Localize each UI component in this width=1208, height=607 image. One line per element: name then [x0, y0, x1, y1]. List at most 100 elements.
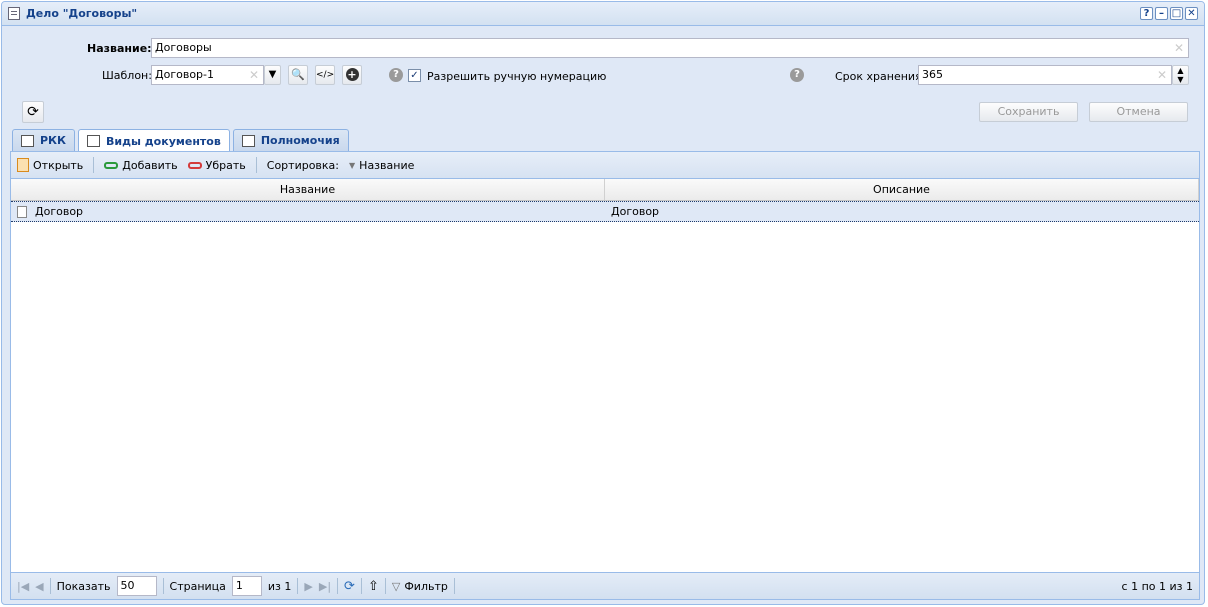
separator — [49, 578, 51, 594]
prev-page-icon[interactable]: ◀ — [35, 580, 43, 593]
save-button[interactable]: Сохранить — [979, 102, 1078, 122]
help-icon[interactable]: ? — [790, 68, 804, 82]
tab-label: Виды документов — [106, 134, 221, 148]
tab-permissions[interactable]: Полномочия — [232, 129, 349, 151]
filter-button[interactable]: ▽ Фильтр — [392, 580, 448, 593]
show-label: Показать — [56, 579, 111, 593]
retention-value: 365 — [922, 68, 943, 81]
separator — [162, 578, 164, 594]
document-gear-icon — [87, 135, 101, 147]
filter-label: Фильтр — [404, 579, 448, 593]
template-label: Шаблон: — [102, 69, 152, 82]
maximize-icon[interactable]: □ — [1170, 7, 1183, 20]
separator — [255, 157, 257, 173]
paging-toolbar: |◀ ◀ Показать 50 Страница 1 из 1 ▶ ▶| ⟳ … — [11, 572, 1199, 599]
sort-field-label: Название — [359, 158, 415, 172]
separator — [360, 578, 362, 594]
separator — [453, 578, 455, 594]
tab-rkk[interactable]: РКК — [12, 129, 76, 151]
spin-down-icon[interactable]: ▼ — [1173, 75, 1188, 84]
spin-up-icon[interactable]: ▲ — [1173, 66, 1188, 75]
allow-manual-label: Разрешить ручную нумерацию — [427, 70, 607, 83]
name-label: Название: — [87, 42, 152, 55]
document-type-icon — [17, 205, 27, 218]
clear-icon[interactable]: ✕ — [249, 66, 259, 84]
dialog-window: Дело "Договоры" ? – □ ✕ Название: Догово… — [1, 1, 1205, 605]
refresh-button[interactable]: ⟳ — [22, 101, 44, 123]
separator — [384, 578, 386, 594]
separator — [337, 578, 339, 594]
paging-summary: с 1 по 1 из 1 — [1121, 579, 1193, 593]
retention-field[interactable]: 365 ✕ — [918, 65, 1172, 85]
search-button[interactable]: 🔍 — [288, 65, 308, 85]
remove-label: Убрать — [205, 158, 246, 172]
refresh-icon[interactable]: ⟳ — [344, 579, 355, 594]
separator — [93, 157, 95, 173]
sort-label: Сортировка: — [266, 158, 340, 172]
add-button[interactable]: Добавить — [104, 158, 178, 172]
help-icon[interactable]: ? — [389, 68, 403, 82]
chevron-down-icon: ▼ — [268, 69, 277, 80]
window-tools: ? – □ ✕ — [1140, 7, 1198, 20]
search-icon: 🔍 — [291, 68, 305, 81]
filter-icon: ▽ — [391, 579, 401, 593]
open-label: Открыть — [33, 158, 84, 172]
column-header-name[interactable]: Название — [11, 179, 605, 200]
page-size-input[interactable]: 50 — [116, 576, 157, 596]
table-row[interactable]: Договор Договор — [11, 201, 1199, 222]
remove-button[interactable]: Убрать — [187, 158, 246, 172]
register-icon — [21, 134, 34, 147]
page-label: Страница — [169, 579, 226, 593]
next-page-icon[interactable]: ▶ — [304, 580, 312, 593]
unlink-icon — [187, 161, 202, 169]
open-button[interactable]: Открыть — [17, 158, 83, 172]
code-button[interactable]: </> — [315, 65, 335, 85]
add-template-button[interactable]: + — [342, 65, 362, 85]
code-icon: </> — [316, 70, 335, 80]
clear-icon[interactable]: ✕ — [1157, 66, 1167, 84]
document-types-panel: Открыть Добавить Убрать Сортировка: ▼ На… — [10, 151, 1200, 600]
plus-circle-icon: + — [345, 68, 359, 81]
retention-spinner[interactable]: ▲ ▼ — [1172, 65, 1189, 85]
open-icon — [17, 158, 29, 172]
row-description: Договор — [611, 205, 660, 218]
document-icon — [8, 7, 20, 20]
add-label: Добавить — [122, 158, 178, 172]
grid-toolbar: Открыть Добавить Убрать Сортировка: ▼ На… — [11, 152, 1199, 179]
tab-document-types[interactable]: Виды документов — [78, 129, 230, 152]
first-page-icon[interactable]: |◀ — [17, 580, 29, 593]
refresh-icon: ⟳ — [27, 104, 39, 120]
name-value: Договоры — [155, 41, 212, 54]
cell-description: Договор — [605, 202, 1199, 221]
tab-label: РКК — [40, 134, 67, 147]
retention-label: Срок хранения: — [835, 70, 926, 83]
cell-name: Договор — [11, 202, 605, 221]
template-dropdown-button[interactable]: ▼ — [264, 65, 281, 85]
title-bar[interactable]: Дело "Договоры" ? – □ ✕ — [2, 2, 1204, 26]
tab-label: Полномочия — [260, 134, 340, 147]
close-icon[interactable]: ✕ — [1185, 7, 1198, 20]
template-combo[interactable]: Договор-1 ✕ — [151, 65, 264, 85]
name-field[interactable]: Договоры ✕ — [151, 38, 1189, 58]
grid-header: Название Описание — [11, 179, 1199, 201]
separator — [297, 578, 299, 594]
sort-arrow-icon: ▼ — [349, 160, 356, 170]
properties-form: Название: Договоры ✕ Шаблон: Договор-1 ✕… — [10, 28, 1198, 128]
minimize-icon[interactable]: – — [1155, 7, 1168, 20]
template-value: Договор-1 — [155, 68, 214, 81]
export-icon[interactable]: ⇧ — [368, 579, 379, 594]
link-icon — [104, 161, 119, 169]
window-title: Дело "Договоры" — [26, 7, 138, 20]
help-icon[interactable]: ? — [1140, 7, 1153, 20]
last-page-icon[interactable]: ▶| — [319, 580, 331, 593]
page-count-label: из 1 — [267, 579, 292, 593]
cancel-button[interactable]: Отмена — [1089, 102, 1188, 122]
row-name: Договор — [35, 205, 84, 218]
sort-button[interactable]: ▼ Название — [349, 159, 414, 172]
allow-manual-checkbox[interactable]: ✓ — [408, 69, 421, 82]
clear-icon[interactable]: ✕ — [1174, 39, 1184, 57]
column-header-description[interactable]: Описание — [605, 179, 1199, 200]
page-number-input[interactable]: 1 — [231, 576, 262, 596]
tab-strip: РКК Виды документов Полномочия — [12, 129, 349, 152]
user-key-icon — [241, 134, 255, 147]
